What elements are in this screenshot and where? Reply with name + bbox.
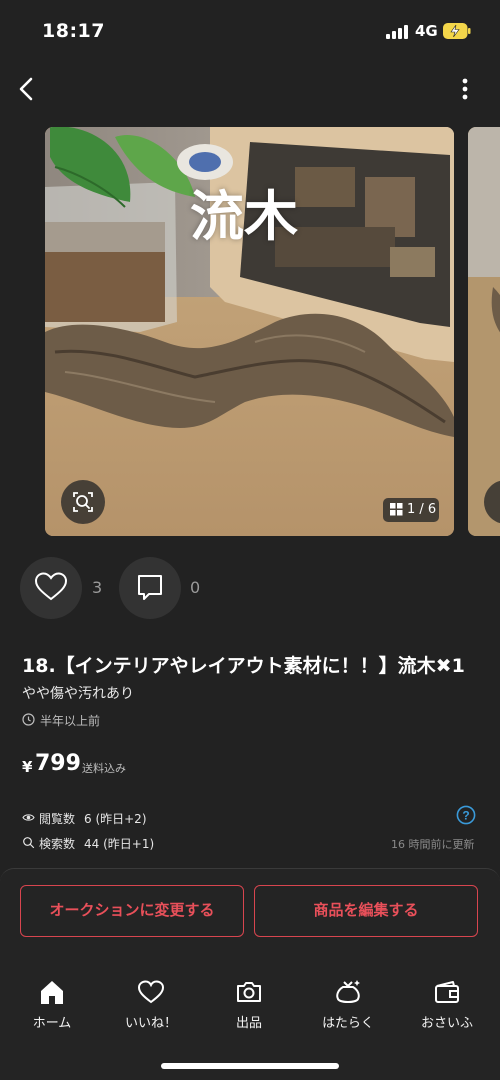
wallet-icon	[435, 981, 459, 1003]
grid-icon	[390, 503, 403, 516]
comment-button[interactable]	[119, 557, 181, 619]
like-button[interactable]	[20, 557, 82, 619]
photo-counter-text: 1 / 6	[407, 502, 437, 517]
tab-likes-label: いいね！	[124, 1016, 177, 1031]
like-count: 3	[92, 578, 103, 597]
next-photo-peek[interactable]	[468, 127, 500, 536]
next-photo-thumbnail	[468, 127, 500, 536]
back-icon[interactable]	[14, 74, 40, 104]
item-condition: やや傷や汚れあり	[22, 686, 134, 702]
price-value: 799	[35, 751, 81, 776]
views-label: 閲覧数	[39, 812, 76, 826]
clock-icon	[22, 713, 35, 726]
tab-sell[interactable]: 出品	[204, 978, 294, 1034]
tab-home[interactable]: ホーム	[7, 978, 97, 1034]
heart-outline-icon	[137, 980, 165, 1004]
home-icon	[41, 981, 63, 1004]
searches-value: 44 (昨日+1)	[84, 837, 155, 851]
views-value: 6 (昨日+2)	[84, 812, 147, 826]
network-type: 4G	[415, 22, 438, 40]
searches-label: 検索数	[39, 837, 76, 851]
item-title: 18.【インテリアやレイアウト素材に！！】流木✖1	[22, 655, 465, 677]
tab-wallet[interactable]: おさいふ	[402, 978, 492, 1034]
product-photo[interactable]: 流木 1 / 6	[45, 127, 454, 536]
updated-time: 16 時間前に更新	[391, 838, 475, 851]
camera-icon	[237, 982, 261, 1002]
tab-wallet-label: おさいふ	[420, 1016, 473, 1031]
more-options-icon[interactable]	[455, 76, 475, 102]
search-icon	[23, 837, 35, 849]
change-to-auction-button[interactable]: オークションに変更する	[20, 885, 244, 937]
battery-icon	[443, 23, 471, 39]
status-time: 18:17	[42, 20, 105, 42]
status-bar: 18:17 4G	[0, 0, 500, 62]
edit-item-button[interactable]: 商品を編集する	[254, 885, 478, 937]
comment-icon	[138, 575, 162, 600]
tab-likes[interactable]: いいね！	[106, 978, 196, 1034]
photo-counter: 1 / 6	[383, 498, 439, 522]
tab-home-label: ホーム	[32, 1016, 72, 1031]
tab-work[interactable]: はたらく	[303, 978, 393, 1034]
zoom-button[interactable]	[61, 480, 105, 524]
help-icon[interactable]: ?	[456, 805, 476, 825]
work-bag-icon	[336, 980, 360, 1003]
comment-count: 0	[190, 578, 201, 597]
zoom-search-icon	[73, 492, 93, 512]
listed-time-text: 半年以上前	[40, 714, 101, 728]
home-indicator[interactable]	[161, 1063, 339, 1069]
tab-work-label: はたらく	[322, 1016, 374, 1031]
price-currency: ¥	[22, 758, 33, 776]
tab-sell-label: 出品	[235, 1016, 262, 1031]
shipping-note: 送料込み	[82, 762, 126, 775]
eye-icon	[22, 814, 35, 821]
svg-text:?: ?	[462, 809, 469, 823]
signal-icon	[386, 25, 410, 39]
photo-caption: 流木	[190, 185, 298, 248]
heart-icon	[34, 572, 68, 601]
